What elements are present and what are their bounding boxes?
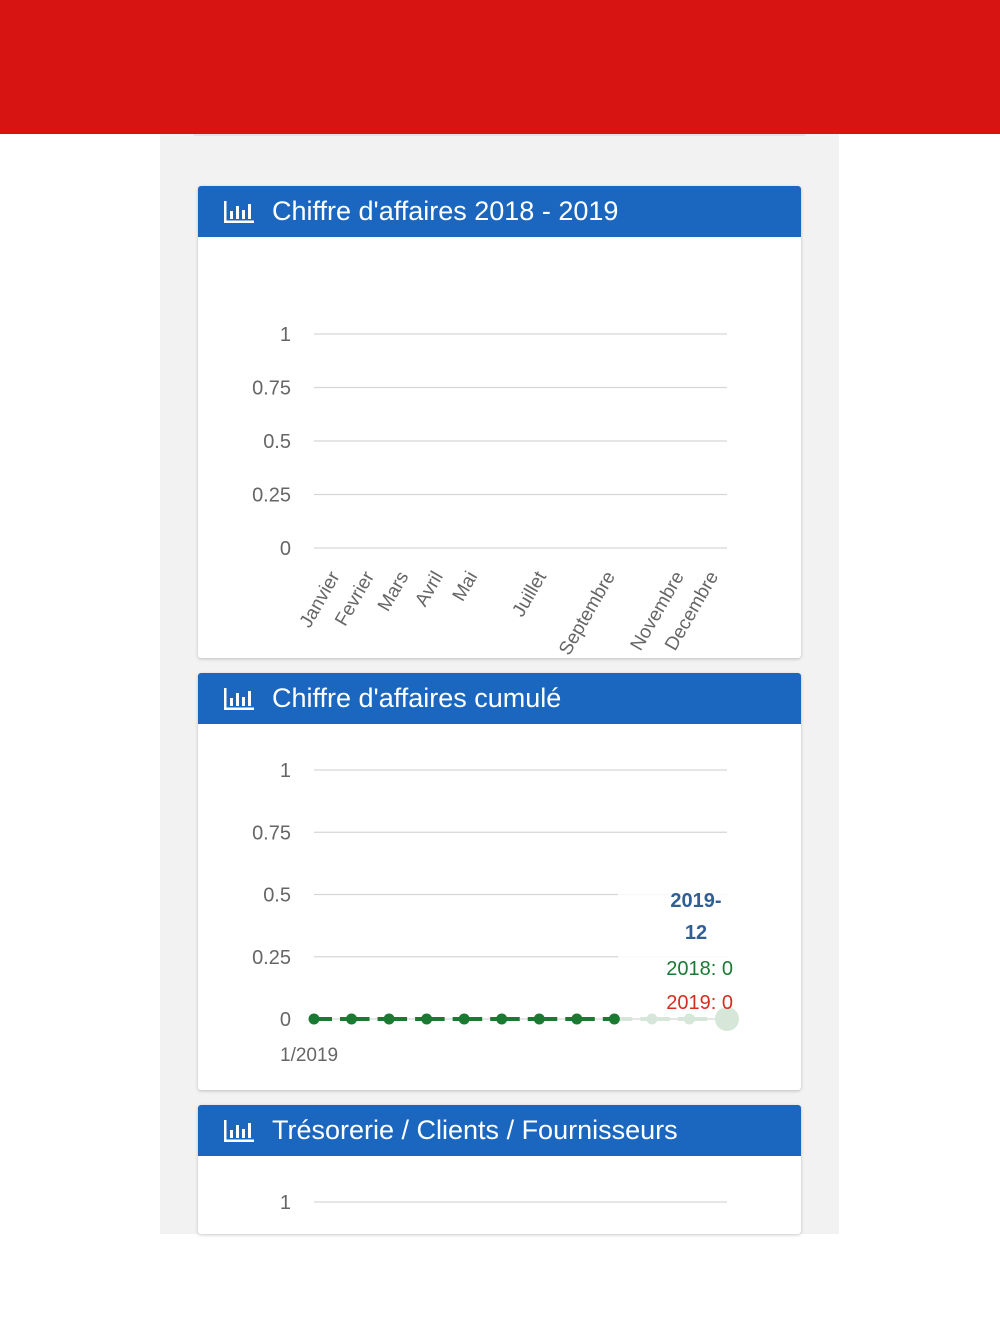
x-tick-label: Juillet	[509, 567, 552, 620]
x-tick-label: Septembre	[555, 568, 620, 658]
y-tick-label: 1	[280, 1192, 291, 1214]
x-tick-label: 1/2019	[280, 1045, 338, 1066]
top-app-bar	[0, 0, 1000, 134]
bar-chart-icon	[224, 1119, 254, 1142]
data-point	[571, 1013, 583, 1025]
card-header[interactable]: Trésorerie / Clients / Fournisseurs	[198, 1105, 801, 1156]
y-tick-label: 0.5	[263, 885, 291, 907]
revenue-bar-chart: 10.750.50.250JanvierFevrierMarsAvril Mai J…	[252, 324, 727, 658]
y-tick-label: 0.25	[252, 485, 291, 507]
treasury-chart: 1	[280, 1192, 727, 1214]
bar-chart-icon	[224, 687, 254, 710]
data-point	[646, 1013, 658, 1025]
y-tick-label: 1	[280, 324, 291, 346]
bar-chart-icon	[224, 200, 254, 223]
data-point	[308, 1013, 320, 1025]
x-tick-label: Mars	[374, 568, 413, 615]
tooltip-title: 12	[685, 922, 707, 944]
data-point	[533, 1013, 545, 1025]
y-tick-label: 0	[280, 1009, 291, 1031]
cumulative-line-chart[interactable]: 1 0.75 0.5 0.25 0 1/2019 2019- 12 2018: 0 2019: 0	[198, 724, 801, 1090]
data-point	[496, 1013, 508, 1025]
data-point	[346, 1013, 358, 1025]
data-point	[421, 1013, 433, 1025]
data-point	[608, 1013, 620, 1025]
card-header[interactable]: Chiffre d'affaires 2018 - 2019	[198, 186, 801, 237]
card-header[interactable]: Chiffre d'affaires cumulé	[198, 673, 801, 724]
y-tick-label: 0	[280, 538, 291, 560]
card-title: Chiffre d'affaires 2018 - 2019	[272, 196, 619, 226]
tooltip-2018: 2018: 0	[666, 958, 733, 980]
tooltip-title: 2019-	[670, 890, 721, 912]
data-point	[683, 1013, 695, 1025]
card-title: Chiffre d'affaires cumulé	[272, 683, 562, 713]
y-tick-label: 1	[280, 760, 291, 782]
y-tick-label: 0.25	[252, 947, 291, 969]
tooltip-2019: 2019: 0	[666, 992, 733, 1014]
card-title: Trésorerie / Clients / Fournisseurs	[272, 1115, 678, 1145]
x-tick-label: Mai	[449, 568, 482, 605]
card-treasury-clients-suppliers: Trésorerie / Clients / Fournisseurs 1	[198, 1105, 801, 1234]
x-tick-label: Avril	[411, 568, 447, 610]
data-point	[458, 1013, 470, 1025]
data-point	[383, 1013, 395, 1025]
y-tick-label: 0.75	[252, 378, 291, 400]
card-cumulative-revenue: Chiffre d'affaires cumulé 1 0.75 0.5 0.25 0 1…	[198, 673, 801, 1090]
y-tick-label: 0.5	[263, 431, 291, 453]
card-revenue-2018-2019: Chiffre d'affaires 2018 - 2019 1 0.75 0.5 0…	[198, 186, 801, 658]
y-tick-label: 0.75	[252, 822, 291, 844]
